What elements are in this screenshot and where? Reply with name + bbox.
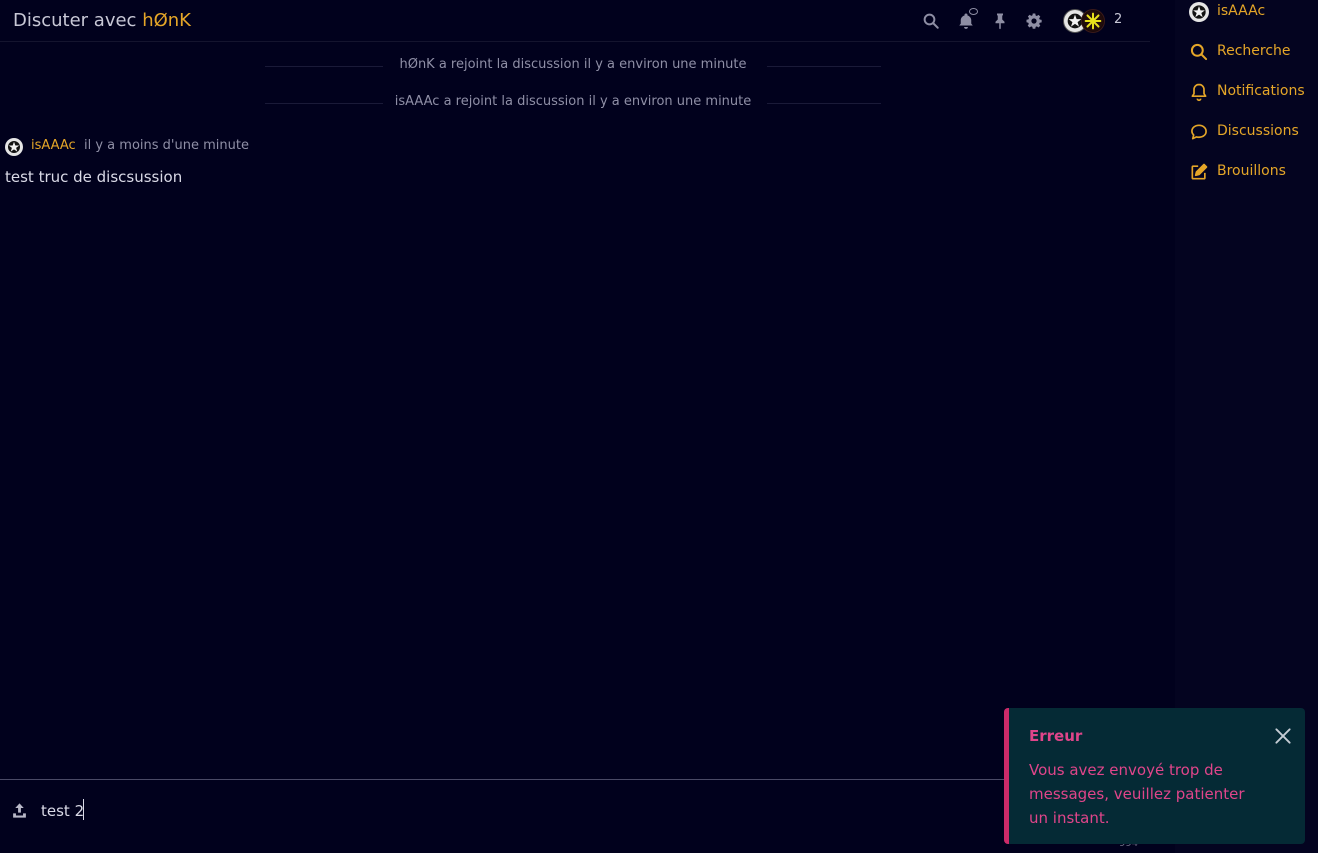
error-toast: Erreur Vous avez envoyé trop de messages… — [1004, 708, 1305, 844]
search-icon[interactable] — [922, 12, 940, 30]
system-message: isAAAc a rejoint la discussion il y a en… — [265, 93, 881, 113]
sidebar-item-label: isAAAc — [1217, 3, 1266, 19]
sidebar-item-label: Brouillons — [1217, 163, 1286, 179]
pin-icon[interactable] — [991, 12, 1009, 30]
avatar[interactable] — [5, 138, 23, 156]
text-caret — [83, 799, 84, 820]
message-composer — [0, 779, 1040, 853]
toast-message: Vous avez envoyé trop de messages, veuil… — [1029, 761, 1245, 827]
message-timestamp: il y a moins d'une minute — [84, 138, 249, 153]
avatar — [1189, 2, 1209, 22]
close-icon[interactable] — [1273, 726, 1293, 746]
member-count[interactable]: 2 — [1114, 12, 1122, 27]
toast-title: Erreur — [1029, 727, 1083, 745]
message-body: test truc de discsussion — [5, 168, 183, 186]
avatar[interactable] — [1081, 9, 1105, 33]
sidebar-item-label: Notifications — [1217, 83, 1305, 99]
message-author[interactable]: isAAAc — [31, 138, 76, 153]
system-message: hØnK a rejoint la discussion il y a envi… — [265, 56, 881, 76]
gear-icon[interactable] — [1025, 12, 1043, 30]
sidebar-item-label: Discussions — [1217, 123, 1299, 139]
message-input[interactable] — [41, 800, 941, 822]
chat-main: Discuter avec hØnK 2 hØnK a rejoint la d… — [0, 0, 1175, 853]
sidebar-item-label: Recherche — [1217, 43, 1291, 59]
chat-bubble-icon — [1189, 122, 1209, 142]
edit-icon — [1189, 162, 1209, 182]
search-icon — [1189, 42, 1209, 62]
bell-icon — [1189, 82, 1209, 102]
page-title: Discuter avec hØnK — [13, 10, 191, 31]
peer-name-link[interactable]: hØnK — [142, 10, 191, 31]
notification-indicator — [969, 8, 978, 15]
upload-icon[interactable] — [11, 802, 28, 819]
chat-header: Discuter avec hØnK 2 — [0, 0, 1150, 42]
